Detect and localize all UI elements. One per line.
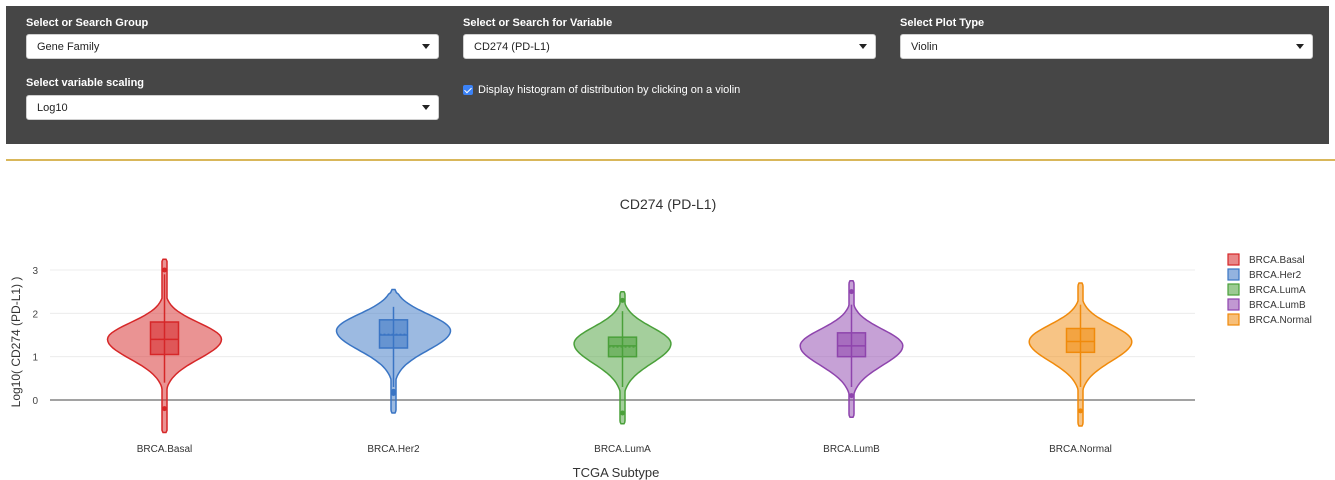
- section-divider: [6, 159, 1335, 161]
- plot-type-select[interactable]: Violin: [900, 34, 1313, 59]
- violin-box: [149, 321, 180, 356]
- chevron-down-icon: [1296, 44, 1304, 49]
- violin-group: [335, 288, 452, 414]
- x-axis-label: TCGA Subtype: [573, 465, 660, 480]
- legend-swatch: [1227, 298, 1240, 311]
- histogram-checkbox[interactable]: [463, 85, 473, 95]
- violin-outlier: [620, 410, 625, 416]
- chevron-down-icon: [859, 44, 867, 49]
- violin-group: [799, 280, 904, 419]
- violin-outlier: [1078, 408, 1083, 414]
- violin-outlier: [162, 267, 167, 273]
- legend-label: BRCA.Normal: [1249, 315, 1312, 326]
- violin-outlier: [620, 297, 625, 303]
- plot-type-select-value: Violin: [911, 41, 938, 53]
- legend-swatch: [1227, 268, 1240, 281]
- histogram-checkbox-label: Display histogram of distribution by cli…: [478, 84, 741, 96]
- chevron-down-icon: [422, 105, 430, 110]
- legend-label: BRCA.Basal: [1249, 255, 1305, 266]
- x-tick-label: BRCA.LumA: [594, 444, 651, 455]
- scaling-select[interactable]: Log10: [26, 95, 439, 120]
- violin-group: [106, 258, 223, 434]
- violins: [106, 258, 1133, 434]
- legend-swatch: [1227, 313, 1240, 326]
- violin-outlier: [162, 406, 167, 412]
- x-tick-label: BRCA.Normal: [1049, 444, 1112, 455]
- scaling-select-value: Log10: [37, 102, 68, 114]
- controls-panel: Select or Search Group Gene Family Selec…: [6, 6, 1329, 144]
- violin-box: [1065, 327, 1096, 354]
- violin-group: [573, 290, 672, 425]
- group-select[interactable]: Gene Family: [26, 34, 439, 59]
- variable-select[interactable]: CD274 (PD-L1): [463, 34, 876, 59]
- y-axis-label: Log10( CD274 (PD-L1) ): [9, 277, 23, 408]
- variable-select-value: CD274 (PD-L1): [474, 41, 550, 53]
- legend-label: BRCA.LumA: [1249, 285, 1306, 296]
- violin-outlier: [391, 388, 396, 394]
- x-tick-labels: BRCA.Basal BRCA.Her2 BRCA.LumA BRCA.LumB BRC…: [137, 444, 1112, 455]
- x-tick-label: BRCA.Basal: [137, 444, 193, 455]
- legend-label: BRCA.LumB: [1249, 300, 1306, 311]
- group-select-value: Gene Family: [37, 41, 100, 53]
- violin-outlier: [849, 289, 854, 295]
- chart-title: CD274 (PD-L1): [620, 196, 716, 212]
- violin-outlier: [849, 393, 854, 399]
- variable-select-label: Select or Search for Variable: [463, 17, 613, 29]
- y-tick-label: 3: [32, 266, 38, 277]
- legend-swatch: [1227, 253, 1240, 266]
- scaling-select-label: Select variable scaling: [26, 77, 145, 89]
- plot-type-select-label: Select Plot Type: [900, 17, 985, 29]
- legend: BRCA.Basal BRCA.Her2 BRCA.LumA BRCA.LumB BRC…: [1227, 253, 1312, 326]
- y-tick-label: 0: [32, 396, 38, 407]
- y-tick-label: 1: [32, 353, 38, 364]
- violin-group: [1028, 282, 1133, 427]
- x-tick-label: BRCA.LumB: [823, 444, 880, 455]
- chevron-down-icon: [422, 44, 430, 49]
- legend-swatch: [1227, 283, 1240, 296]
- y-tick-labels: 0 1 2 3: [32, 266, 38, 407]
- group-select-label: Select or Search Group: [26, 17, 149, 29]
- violin-chart: CD274 (PD-L1) BRCA.Basal BRCA.Her2 BRCA.Lu…: [9, 196, 1312, 480]
- y-tick-label: 2: [32, 309, 38, 320]
- violin-box: [836, 332, 867, 358]
- x-tick-label: BRCA.Her2: [367, 444, 420, 455]
- legend-label: BRCA.Her2: [1249, 270, 1302, 281]
